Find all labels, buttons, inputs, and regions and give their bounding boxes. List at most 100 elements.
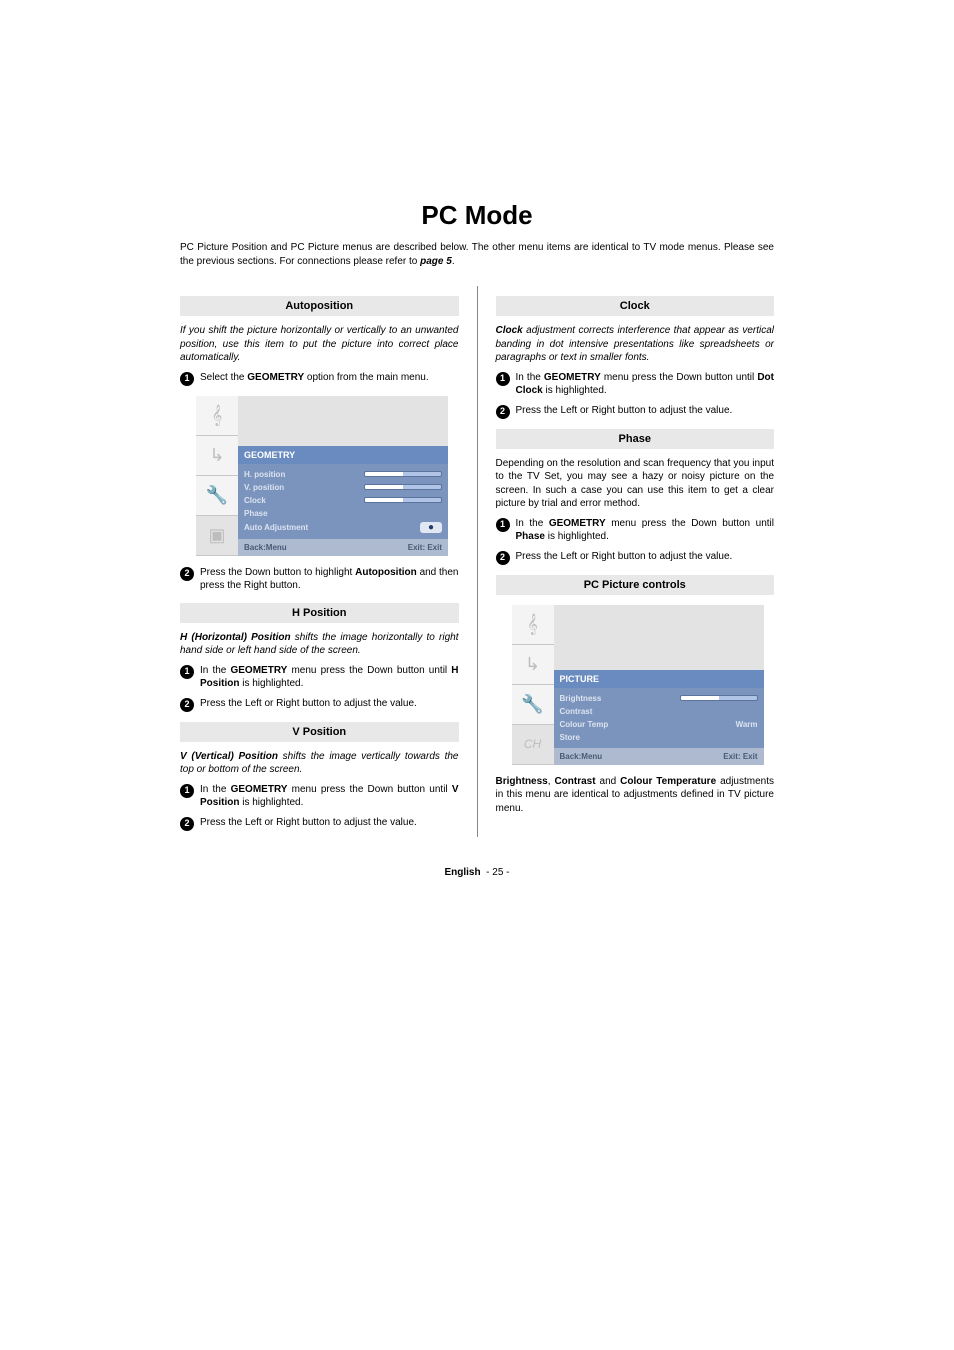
feature-tab-icon: ↳ — [196, 436, 238, 476]
geometry-osd-title: GEOMETRY — [238, 446, 448, 464]
t: menu press the Down button until — [287, 665, 451, 676]
vposition-header: V Position — [180, 722, 459, 742]
osd-item-contrast: Contrast — [560, 705, 758, 718]
t: In the GEOMETRY menu press the Down butt… — [516, 371, 775, 398]
vposition-step2: 2 Press the Left or Right button to adju… — [180, 816, 459, 831]
t: menu press the Down button until — [287, 784, 451, 795]
t: H (Horizontal) Position — [180, 632, 291, 643]
picture-osd: 𝄞 ↳ 🔧 CH PICTURE Brightness Contrast — [512, 605, 764, 765]
picture-osd-title: PICTURE — [554, 670, 764, 688]
geometry-osd-footer: Back:Menu Exit: Exit — [238, 539, 448, 556]
phase-step1: 1 In the GEOMETRY menu press the Down bu… — [496, 517, 775, 544]
t: Clock — [496, 325, 523, 336]
t: adjustment corrects interference that ap… — [496, 325, 775, 363]
picture-tab-icon: CH — [512, 725, 554, 765]
t: In the — [516, 372, 544, 383]
picture-osd-footer: Back:Menu Exit: Exit — [554, 748, 764, 765]
osd-item-auto: Auto Adjustment ● — [244, 520, 442, 535]
t: Autoposition — [355, 567, 417, 578]
footer-lang: English — [444, 867, 480, 878]
step-number-icon: 2 — [496, 405, 510, 419]
osd-spacer — [238, 396, 448, 446]
step-number-icon: 2 — [180, 567, 194, 581]
t: Colour Temperature — [620, 776, 716, 787]
t: Press the Down button to highlight — [200, 567, 355, 578]
step-number-icon: 2 — [180, 698, 194, 712]
osd-tabs: 𝄞 ↳ 🔧 ▣ — [196, 396, 238, 556]
t: GEOMETRY — [230, 665, 287, 676]
autoposition-step1: 1 Select the GEOMETRY option from the ma… — [180, 371, 459, 386]
osd-item-hpos: H. position — [244, 468, 442, 481]
ok-button-icon: ● — [420, 522, 442, 533]
geometry-osd: 𝄞 ↳ 🔧 ▣ GEOMETRY H. position V. position — [196, 396, 448, 556]
autoposition-step2-text: Press the Down button to highlight Autop… — [200, 566, 459, 593]
t: menu press the Down button until — [601, 372, 758, 383]
t: H. position — [244, 470, 285, 479]
t: Warm — [736, 720, 758, 729]
osd-item-phase: Phase — [244, 507, 442, 520]
autoposition-desc: If you shift the picture horizontally or… — [180, 324, 459, 365]
vposition-step1: 1 In the GEOMETRY menu press the Down bu… — [180, 783, 459, 810]
t: Clock — [244, 496, 266, 505]
step-number-icon: 1 — [180, 665, 194, 679]
t: GEOMETRY — [247, 372, 304, 383]
step-number-icon: 1 — [496, 518, 510, 532]
intro-b: page 5 — [420, 256, 452, 267]
osd-row: 𝄞 ↳ 🔧 ▣ GEOMETRY H. position V. position — [196, 396, 448, 556]
osd-row: 𝄞 ↳ 🔧 CH PICTURE Brightness Contrast — [512, 605, 764, 765]
slider-icon — [364, 471, 442, 477]
osd-footer-left: Back:Menu — [560, 752, 603, 761]
hposition-step1: 1 In the GEOMETRY menu press the Down bu… — [180, 664, 459, 691]
t: Select the — [200, 372, 247, 383]
t: In the GEOMETRY menu press the Down butt… — [516, 517, 775, 544]
slider-icon — [680, 695, 758, 701]
clock-step1: 1 In the GEOMETRY menu press the Down bu… — [496, 371, 775, 398]
t: GEOMETRY — [549, 518, 606, 529]
osd-spacer — [554, 605, 764, 670]
intro-c: . — [452, 256, 455, 267]
t: In the — [516, 518, 549, 529]
left-column: Autoposition If you shift the picture ho… — [180, 286, 459, 837]
t: V. position — [244, 483, 284, 492]
intro-text: PC Picture Position and PC Picture menus… — [180, 241, 774, 268]
t: is highlighted. — [545, 531, 609, 542]
t: Auto Adjustment — [244, 523, 308, 532]
feature-tab-icon: ↳ — [512, 645, 554, 685]
phase-header: Phase — [496, 429, 775, 449]
geometry-tab-icon: ▣ — [196, 516, 238, 556]
t: Brightness — [496, 776, 548, 787]
columns: Autoposition If you shift the picture ho… — [180, 286, 774, 837]
t: In the — [200, 665, 230, 676]
osd-item-vpos: V. position — [244, 481, 442, 494]
hposition-header: H Position — [180, 603, 459, 623]
clock-header: Clock — [496, 296, 775, 316]
t: Phase — [516, 531, 545, 542]
picture-osd-content: Brightness Contrast Colour TempWarm Stor… — [554, 688, 764, 748]
t: and — [596, 776, 621, 787]
t: In the GEOMETRY menu press the Down butt… — [200, 664, 459, 691]
t: Press the Left or Right button to adjust… — [200, 697, 459, 711]
osd-footer-right: Exit: Exit — [408, 543, 442, 552]
osd-body: PICTURE Brightness Contrast Colour TempW… — [554, 605, 764, 765]
step-number-icon: 1 — [180, 784, 194, 798]
osd-item-colourtemp: Colour TempWarm — [560, 718, 758, 731]
t: is highlighted. — [239, 678, 303, 689]
phase-desc: Depending on the resolution and scan fre… — [496, 457, 775, 511]
clock-step2: 2 Press the Left or Right button to adju… — [496, 404, 775, 419]
install-tab-icon: 🔧 — [196, 476, 238, 516]
t: Press the Left or Right button to adjust… — [516, 550, 775, 564]
t: Phase — [244, 509, 268, 518]
intro-a: PC Picture Position and PC Picture menus… — [180, 242, 774, 267]
slider-icon — [364, 497, 442, 503]
right-column: Clock Clock adjustment corrects interfer… — [496, 286, 775, 837]
phase-step2: 2 Press the Left or Right button to adju… — [496, 550, 775, 565]
t: is highlighted. — [543, 385, 607, 396]
footer-page: - 25 - — [486, 867, 509, 878]
slider-icon — [364, 484, 442, 490]
t: In the — [200, 784, 231, 795]
sound-tab-icon: 𝄞 — [196, 396, 238, 436]
t: V (Vertical) Position — [180, 751, 278, 762]
autoposition-header: Autoposition — [180, 296, 459, 316]
t: Contrast — [554, 776, 595, 787]
t: GEOMETRY — [544, 372, 601, 383]
